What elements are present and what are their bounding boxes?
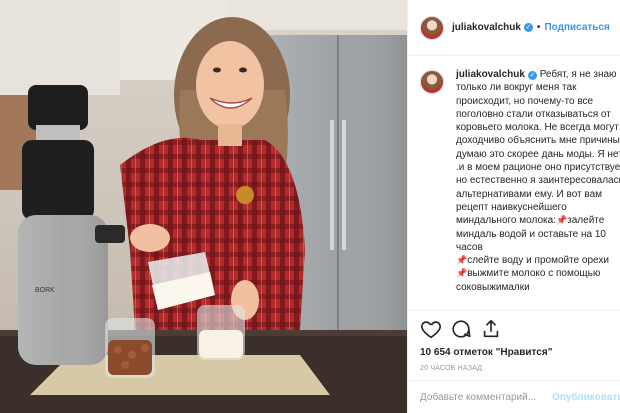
comments-area[interactable]: juliakovalchuk ✓ Ребят, я не знаю только … <box>408 58 620 302</box>
caption-text: juliakovalchuk ✓ Ребят, я не знаю только … <box>456 68 620 294</box>
share-icon[interactable] <box>480 318 502 340</box>
caption-line: коровьего молока. Не всегда могут <box>456 122 619 134</box>
verified-badge-icon: ✓ <box>523 23 533 32</box>
step-text: соковыжималки <box>456 281 530 293</box>
caption-line: думаю это скорее дань моды. Я нет <box>456 148 620 160</box>
caption-line: доходчиво объяснить мне причины, <box>456 135 620 147</box>
username-link[interactable]: juliakovalchuk <box>452 22 521 33</box>
verified-badge-icon: ✓ <box>527 71 537 80</box>
post-header: juliakovalchuk ✓ • Подписаться <box>408 0 620 56</box>
separator-dot: • <box>536 22 541 33</box>
step-text: выжмите молоко с помощью <box>467 268 601 280</box>
caption-line: рецепт наивкуснейшего <box>456 201 567 213</box>
caption-line: Ребят, я не знаю <box>539 69 617 80</box>
publish-button[interactable]: Опубликовать <box>552 392 620 403</box>
add-comment-bar: Опубликовать <box>408 380 620 413</box>
post-actions: 10 654 отметок "Нравится" 20 ЧАСОВ НАЗАД <box>408 310 620 372</box>
step-text: залейте <box>567 215 605 227</box>
heart-icon[interactable] <box>420 318 442 340</box>
caption-comment: juliakovalchuk ✓ Ребят, я не знаю только … <box>420 68 620 294</box>
caption-line: только ли вокруг меня так <box>456 82 577 94</box>
step-text: слейте воду и промойте орехи <box>467 255 609 267</box>
caption-username[interactable]: juliakovalchuk <box>456 69 525 80</box>
post-photo[interactable]: BORK <box>0 0 407 413</box>
caption-line: .и в моем рационе оно присутствует <box>456 162 620 174</box>
photo-illustration: BORK <box>0 0 407 413</box>
avatar[interactable] <box>420 15 444 40</box>
step-text: часов <box>456 241 483 253</box>
avatar[interactable] <box>420 70 444 94</box>
caption-line: но естественно я заинтересовалась <box>456 175 620 187</box>
action-icons <box>420 317 609 341</box>
pin-icon: 📌 <box>555 215 568 226</box>
caption-line: альтернативами ему. И вот вам <box>456 188 603 200</box>
caption-line: поголовно стали отказываться от <box>456 108 611 120</box>
comment-input[interactable] <box>420 391 552 403</box>
step-text: миндаль водой и оставьте на 10 <box>456 228 606 240</box>
pin-icon: 📌 <box>456 255 468 266</box>
caption-line: происходит, но почему-то все <box>456 95 594 107</box>
likes-count[interactable]: 10 654 отметок "Нравится" <box>420 347 609 358</box>
pin-icon: 📌 <box>456 268 468 279</box>
comment-icon[interactable] <box>450 318 472 340</box>
post-side-panel: juliakovalchuk ✓ • Подписаться juliakova… <box>407 0 620 413</box>
juicer-brand: BORK <box>35 287 55 294</box>
caption-line: миндального молока: <box>456 215 556 227</box>
post-timestamp: 20 ЧАСОВ НАЗАД <box>420 365 483 372</box>
follow-button[interactable]: Подписаться <box>544 22 609 33</box>
